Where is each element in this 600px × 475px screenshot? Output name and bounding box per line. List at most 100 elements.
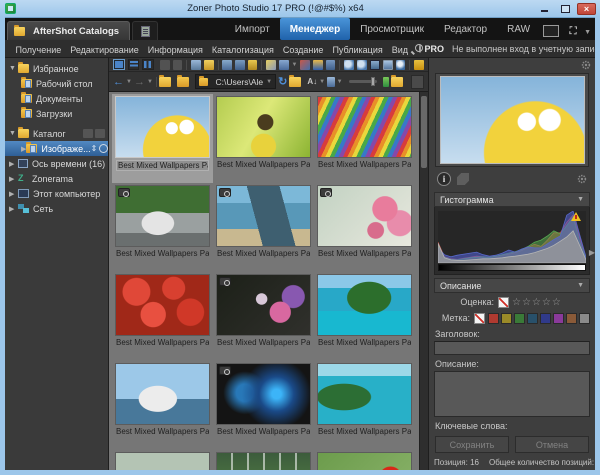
thumbnail-image-car[interactable] (116, 186, 209, 246)
export-caret-icon[interactable]: ▼ (292, 62, 298, 68)
title-input[interactable] (434, 341, 590, 355)
maximize-button[interactable] (556, 3, 575, 15)
export-icon[interactable] (279, 60, 289, 70)
menu-вид[interactable]: Вид (387, 45, 412, 55)
color-label-swatch[interactable] (553, 313, 564, 324)
thumbnail-image-bouquet[interactable] (217, 275, 310, 335)
thumbnail-cell-island[interactable]: Best Mixed Wallpapers Pack #3... (314, 272, 415, 361)
upload-icon[interactable] (313, 60, 323, 70)
thumbnail-cell-butterfly[interactable]: Best Mixed Wallpapers Pack #3... (213, 94, 314, 183)
mode-tab-просмотрщик[interactable]: Просмотрщик (350, 18, 434, 40)
mode-tab-raw[interactable]: RAW (497, 18, 540, 40)
loupe-icon[interactable] (396, 60, 406, 70)
thumbnail-size-slider[interactable] (349, 80, 377, 83)
sort-caret-icon[interactable]: ▼ (319, 79, 325, 85)
fullscreen-caret-icon[interactable]: ▼ (584, 29, 591, 36)
thumbnail-image-butterfly[interactable] (217, 97, 310, 157)
sidebar-item-documents[interactable]: Документы (5, 91, 108, 106)
expander-icon[interactable]: ▶ (9, 190, 18, 198)
publish-icon[interactable] (248, 60, 258, 70)
scrollbar-thumb[interactable] (421, 96, 427, 168)
mode-tab-редактор[interactable]: Редактор (434, 18, 497, 40)
sidebar-item-downloads[interactable]: Загрузки (5, 106, 108, 121)
thumbnail-image-strawberry[interactable] (116, 275, 209, 335)
tag-tab-icon[interactable] (457, 173, 469, 185)
image-info-icon[interactable] (383, 77, 389, 87)
panel-collapse-icon[interactable]: ▶ (589, 248, 595, 257)
thumbnail-cell-coast[interactable]: Best Mixed Wallpapers Pack #3... (314, 361, 415, 450)
zoom-out-icon[interactable] (357, 60, 367, 70)
thumbnail-image-speaker[interactable] (217, 364, 310, 424)
view-thumbnails-button[interactable] (113, 59, 125, 70)
preview-icon[interactable] (173, 60, 183, 70)
thumbnail-image-coast[interactable] (318, 364, 411, 424)
color-label-swatch[interactable] (579, 313, 590, 324)
info-tab-icon[interactable]: i (437, 172, 451, 186)
thumbnail-image-city[interactable] (116, 453, 209, 470)
edit-icon[interactable] (266, 60, 276, 70)
thumbnail-cell-pencils[interactable]: Best Mixed Wallpapers Pack #3... (314, 94, 415, 183)
thumbnail-cell-car[interactable]: Best Mixed Wallpapers Pack #3... (112, 183, 213, 272)
account-status[interactable]: Не выполнен вход в учетную запись (452, 44, 595, 54)
compare-icon[interactable] (160, 60, 170, 70)
expander-icon[interactable]: ▶ (9, 205, 18, 213)
view-tiles-button[interactable] (142, 59, 154, 70)
panel-gear-icon[interactable] (581, 60, 591, 70)
second-display-icon[interactable] (543, 25, 559, 37)
forward-icon[interactable]: → (134, 75, 145, 89)
color-label-swatch[interactable] (566, 313, 577, 324)
histogram-section-header[interactable]: Гистограмма ▼ (434, 192, 590, 207)
description-input[interactable] (434, 371, 590, 417)
menu-получение[interactable]: Получение (11, 45, 66, 55)
zoom-in-icon[interactable] (344, 60, 354, 70)
menu-информация[interactable]: Информация (143, 45, 207, 55)
expander-icon[interactable]: ▶ (9, 160, 18, 168)
sort-icon[interactable]: A↓ (307, 77, 317, 86)
thumbnail-cell-redflower[interactable]: Best Mixed Wallpapers Pack #3... (314, 450, 415, 470)
filter-button[interactable] (411, 75, 424, 89)
sidebar-item-computer[interactable]: ▶ Этот компьютер (5, 186, 108, 201)
view-list-button[interactable] (128, 59, 140, 70)
folder-view-icon[interactable] (414, 60, 424, 70)
slider-handle[interactable] (371, 77, 375, 86)
fullscreen-icon[interactable]: ⛶ (565, 25, 581, 37)
thumbnail-cell-blossom[interactable]: Best Mixed Wallpapers Pack #3... (314, 183, 415, 272)
save-button[interactable]: Сохранить (435, 436, 509, 453)
batch-icon[interactable] (326, 60, 336, 70)
thumbnail-image-minion[interactable] (116, 97, 209, 157)
search-folder-icon[interactable] (289, 77, 301, 87)
slideshow-icon[interactable] (222, 60, 232, 70)
browse-folder-icon[interactable] (177, 77, 189, 87)
grid-scrollbar[interactable] (419, 92, 428, 470)
mode-tab-импорт[interactable]: Импорт (225, 18, 280, 40)
rating-stars[interactable]: ☆☆☆☆☆ (512, 297, 562, 308)
thumbnail-cell-beach[interactable]: Best Mixed Wallpapers Pack #3... (213, 183, 314, 272)
forward-caret-icon[interactable]: ▼ (147, 79, 153, 85)
thumbnail-image-beach[interactable] (217, 186, 310, 246)
path-caret-icon[interactable]: ▼ (266, 79, 272, 85)
minimize-button[interactable] (535, 3, 554, 15)
thumbnail-image-ship[interactable] (116, 364, 209, 424)
sidebar-item-images[interactable]: ▶ Изображе... ⇕ (5, 141, 108, 156)
color-label-swatch[interactable] (514, 313, 525, 324)
info-gear-icon[interactable] (577, 174, 587, 184)
path-combobox[interactable]: C:\Users\Ale ▼ (195, 74, 276, 89)
thumbnail-image-redflower[interactable] (318, 453, 411, 470)
tab-aftershot-catalogs[interactable]: AfterShot Catalogs (7, 21, 130, 40)
mode-tab-менеджер[interactable]: Менеджер (280, 18, 350, 40)
thumbnail-cell-city[interactable]: Best Mixed Wallpapers Pack #3... (112, 450, 213, 470)
description-section-header[interactable]: Описание ▼ (434, 278, 590, 293)
copy-icon[interactable] (235, 60, 245, 70)
thumbnail-cell-strawberry[interactable]: Best Mixed Wallpapers Pack #3... (112, 272, 213, 361)
sidebar-item-catalog[interactable]: ▼ Каталог (5, 126, 108, 141)
refresh-icon[interactable]: ↻ (278, 75, 287, 88)
thumbnail-image-pencils[interactable] (318, 97, 411, 157)
color-label-swatch[interactable] (488, 313, 499, 324)
back-icon[interactable]: ← (113, 75, 124, 89)
thumbnail-cell-waterfall[interactable]: Best Mixed Wallpapers Pack #3... (213, 450, 314, 470)
resize-icon[interactable] (300, 60, 310, 70)
thumbnail-image-island[interactable] (318, 275, 411, 335)
zoom-100-icon[interactable] (370, 60, 380, 70)
zoom-fit-icon[interactable] (383, 60, 393, 70)
menu-создание[interactable]: Создание (278, 45, 328, 55)
